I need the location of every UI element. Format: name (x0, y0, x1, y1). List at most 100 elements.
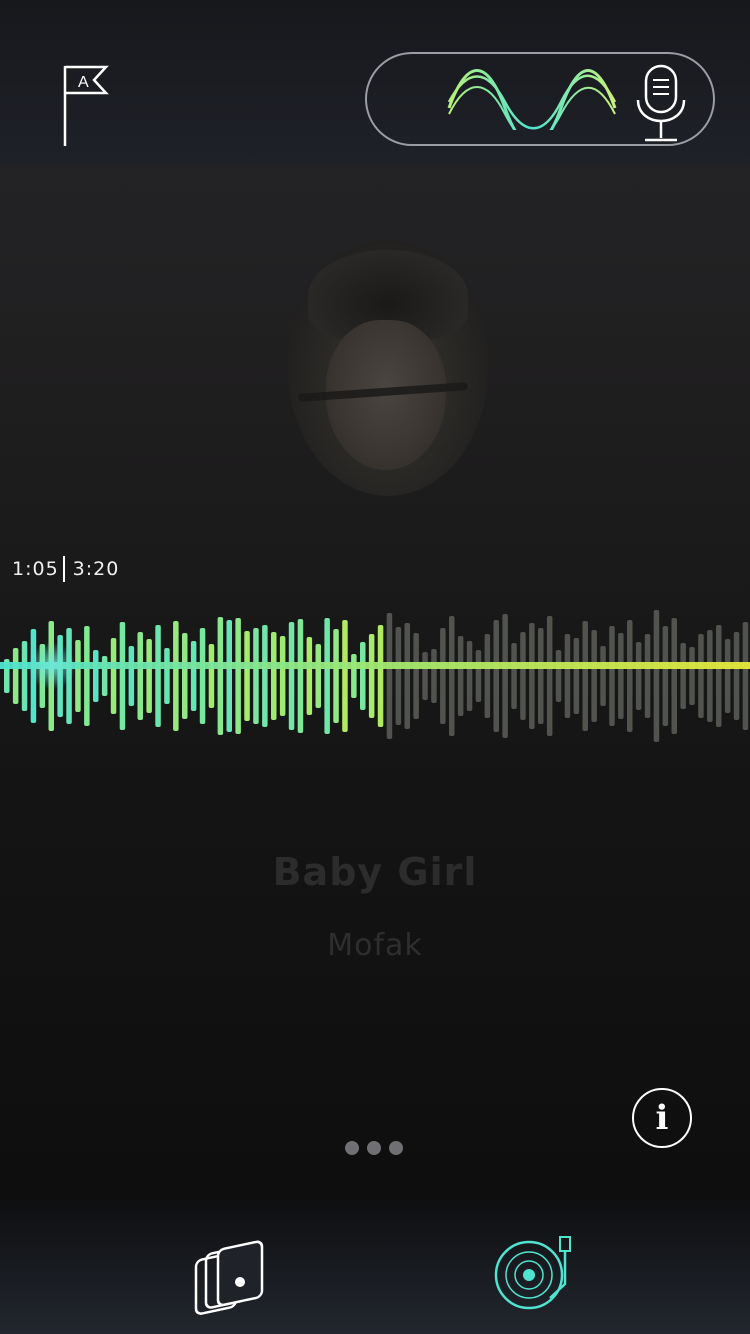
album-cover (288, 240, 488, 496)
waveform-bar (386, 613, 393, 739)
waveform-bar (582, 621, 588, 731)
waveform-bar (12, 648, 19, 704)
waveform-bar (431, 649, 437, 703)
waveform-bar (653, 610, 660, 742)
waveform-bar (440, 628, 446, 724)
waveform-bar (698, 634, 704, 718)
waveform-bar (627, 620, 633, 732)
waveform-bar (377, 625, 384, 727)
waveform-bar (137, 632, 143, 720)
waveform-bar (368, 634, 375, 718)
waveform-bar (146, 639, 152, 713)
elapsed-time: 1:05 (12, 558, 59, 580)
waveform-bar (520, 632, 526, 720)
waveform-bar (21, 641, 28, 711)
waveform-bar (395, 627, 402, 725)
info-button[interactable]: i (632, 1088, 692, 1148)
waveform-bar (475, 650, 482, 702)
waveform-bar (262, 625, 268, 727)
waveform-bar (271, 632, 277, 720)
waveform-bar (529, 623, 535, 729)
waveform-bar (360, 642, 366, 710)
waveform-bar (671, 618, 677, 734)
flag-icon[interactable]: A (58, 62, 114, 150)
waveform-bar (333, 629, 339, 723)
waveform-bar (466, 641, 473, 711)
page-dot (367, 1141, 381, 1155)
waveform-bar (538, 628, 544, 724)
waveform-bar (413, 633, 419, 719)
waveform-bar (689, 647, 695, 705)
waveform-bar (742, 622, 749, 730)
page-dot (345, 1141, 359, 1155)
waveform-bar (297, 619, 304, 733)
waveform-bar (93, 650, 99, 702)
waveform-bar (457, 636, 464, 716)
waveform-bar (573, 638, 580, 714)
flag-letter: A (78, 74, 89, 91)
waveform-bar (644, 634, 651, 718)
waveform-bar (279, 636, 286, 716)
waveform-bar (235, 618, 241, 734)
waveform-bar (110, 638, 117, 714)
waveform-bar (288, 622, 295, 730)
waveform-bar (600, 646, 606, 706)
waveform-bar (226, 620, 232, 732)
artist-name: Mofak (327, 928, 423, 963)
scrubber-knob[interactable] (28, 642, 76, 690)
waveform-bar (404, 623, 410, 729)
listen-mode-pill[interactable] (365, 52, 715, 146)
waveform-bar (351, 654, 357, 698)
waveform-bar (422, 652, 428, 700)
time-separator (62, 556, 65, 582)
waveform-bar (511, 643, 517, 709)
waveform-bar (164, 648, 170, 704)
waveform-bar (733, 632, 740, 720)
playback-time: 1:05 3:20 (12, 555, 119, 583)
waveform-bar (716, 625, 722, 727)
waveform-bar (208, 644, 215, 708)
waveform-bar (155, 625, 161, 727)
waveform-bar (635, 642, 642, 710)
waveform-bar (484, 634, 491, 718)
waveform-bar (324, 618, 330, 734)
waveform-bar (662, 626, 669, 726)
progress-track (0, 662, 750, 669)
waveform-bar (190, 641, 197, 711)
waveform-bar (618, 633, 624, 719)
waveform-bar (564, 634, 571, 718)
waveform-bar (119, 622, 126, 730)
waveform-bar (707, 630, 713, 722)
waveform-bar (315, 644, 321, 708)
waveform-bar (306, 637, 313, 715)
waveform-bar (680, 643, 686, 709)
sound-wave-icon (447, 69, 617, 130)
total-duration: 3:20 (72, 558, 120, 580)
waveform-bar (546, 616, 553, 736)
waveform-bar (493, 620, 499, 732)
waveform-bar (244, 631, 250, 721)
waveform-bar (182, 633, 188, 719)
microphone-icon (636, 64, 686, 142)
waveform-bar (555, 650, 562, 702)
top-bar: A (0, 0, 750, 165)
waveform-bar (591, 630, 597, 722)
waveform-bar (199, 628, 206, 724)
cards-icon[interactable] (190, 1236, 270, 1316)
waveform-bar (217, 617, 224, 735)
waveform-scrubber[interactable] (0, 580, 750, 750)
waveform-bar (75, 640, 81, 712)
waveform-bar (342, 620, 348, 732)
waveform-bar (253, 628, 259, 724)
bottom-nav (0, 1200, 750, 1334)
page-indicator[interactable] (345, 1141, 405, 1157)
track-title: Baby Girl (272, 850, 478, 894)
waveform-bar (449, 616, 455, 736)
turntable-icon[interactable] (492, 1232, 578, 1316)
waveform-bar (84, 626, 90, 726)
waveform-bar (724, 639, 731, 713)
waveform-bar (128, 646, 135, 706)
waveform-bar (609, 626, 615, 726)
waveform-bar (173, 621, 179, 731)
page-dot (389, 1141, 403, 1155)
